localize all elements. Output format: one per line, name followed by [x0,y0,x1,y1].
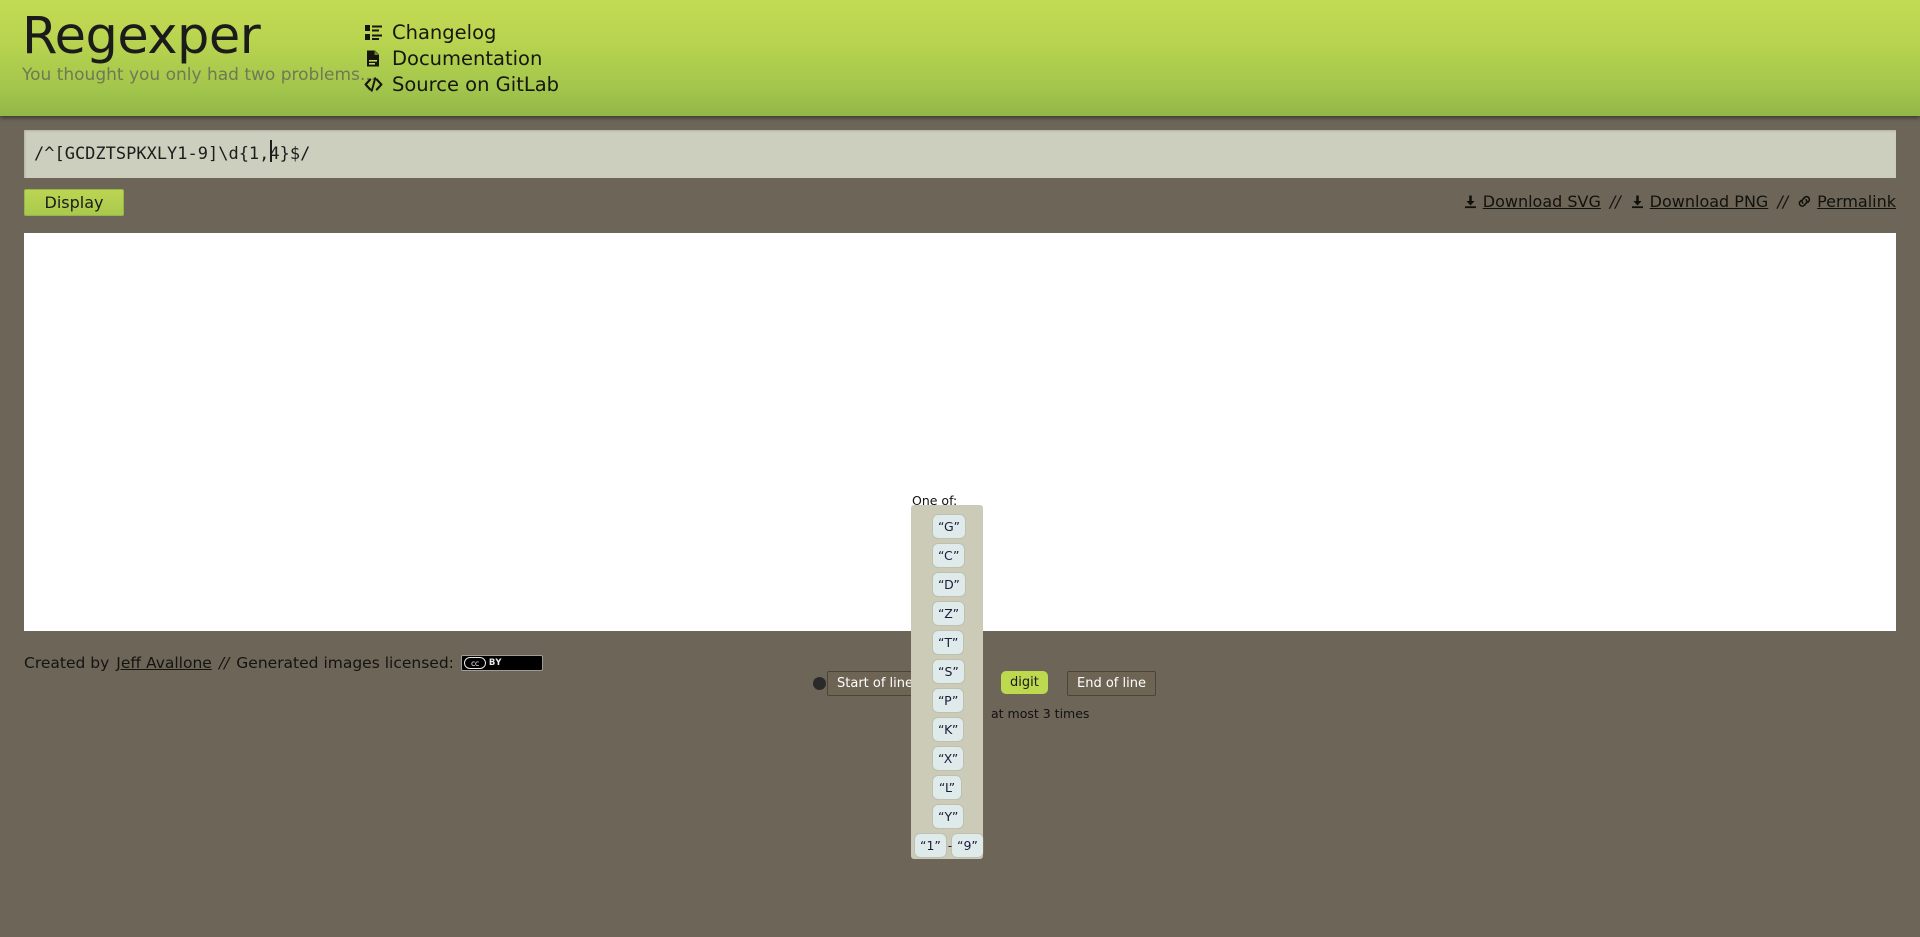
footer-separator: // [218,654,230,672]
list-icon [364,23,383,42]
page-title: Regexper [22,7,261,66]
text-caret [270,140,272,162]
cc-icon: cc [463,657,486,669]
nav-link-source[interactable]: Source on GitLab [364,72,559,97]
nav-link-documentation-label: Documentation [392,46,543,70]
document-icon [364,49,383,68]
charclass-item: “L” [933,776,961,799]
download-png-link[interactable]: Download PNG [1650,192,1769,211]
charclass-range-to: “9” [952,834,983,857]
download-links: Download SVG // Download PNG // Permalin… [1463,192,1896,211]
nav-link-source-label: Source on GitLab [392,72,560,96]
charclass-container: “G” “C” “D” “Z” “T” “S” “P” “K” “X” “L” … [911,505,983,859]
diagram-canvas: Start of line One of: “G” “C” “D” “Z” “T… [24,233,1896,859]
cc-by-badge[interactable]: cc BY [460,655,544,671]
author-link[interactable]: Jeff Avallone [116,654,212,672]
input-area [0,116,1920,178]
charclass-item: “G” [933,515,965,538]
charclass-item: “Z” [933,602,965,625]
download-svg-link[interactable]: Download SVG [1483,192,1601,211]
nav-link-changelog-label: Changelog [392,20,497,44]
link-icon [1797,194,1812,209]
charclass-item: “X” [933,747,964,770]
download-icon [1463,194,1478,209]
charclass-item: “C” [933,544,965,567]
separator-1: // [1609,192,1621,211]
nav-link-changelog[interactable]: Changelog [364,20,559,45]
regex-input[interactable] [24,130,1896,178]
permalink-group[interactable]: Permalink [1797,192,1896,211]
charclass-range-from: “1” [915,834,946,857]
site-footer: Created by Jeff Avallone // Generated im… [0,651,1920,675]
tagline: You thought you only had two problems... [22,64,377,85]
license-text: Generated images licensed: [236,654,454,672]
start-terminal-dot [813,677,826,690]
display-button[interactable]: Display [24,189,124,216]
charclass-item: “D” [933,573,965,596]
site-header: Regexper You thought you only had two pr… [0,0,1920,116]
charclass-item: “P” [933,689,964,712]
created-by-prefix: Created by [24,654,110,672]
code-icon [364,75,383,94]
header-nav: Changelog Documentation Source on GitLab [364,20,559,97]
brand: Regexper You thought you only had two pr… [22,10,376,85]
download-icon [1630,194,1645,209]
charclass-item: “K” [933,718,964,741]
quantifier-label: at most 3 times [991,706,1090,721]
cc-by-label: BY [488,658,503,668]
separator-2: // [1777,192,1789,211]
download-svg-group[interactable]: Download SVG [1463,192,1601,211]
action-bar: Display Download SVG // Download PNG // … [0,189,1920,233]
download-png-group[interactable]: Download PNG [1630,192,1769,211]
charclass-item: “Y” [933,805,964,828]
nav-link-documentation[interactable]: Documentation [364,46,559,71]
permalink-link[interactable]: Permalink [1817,192,1896,211]
